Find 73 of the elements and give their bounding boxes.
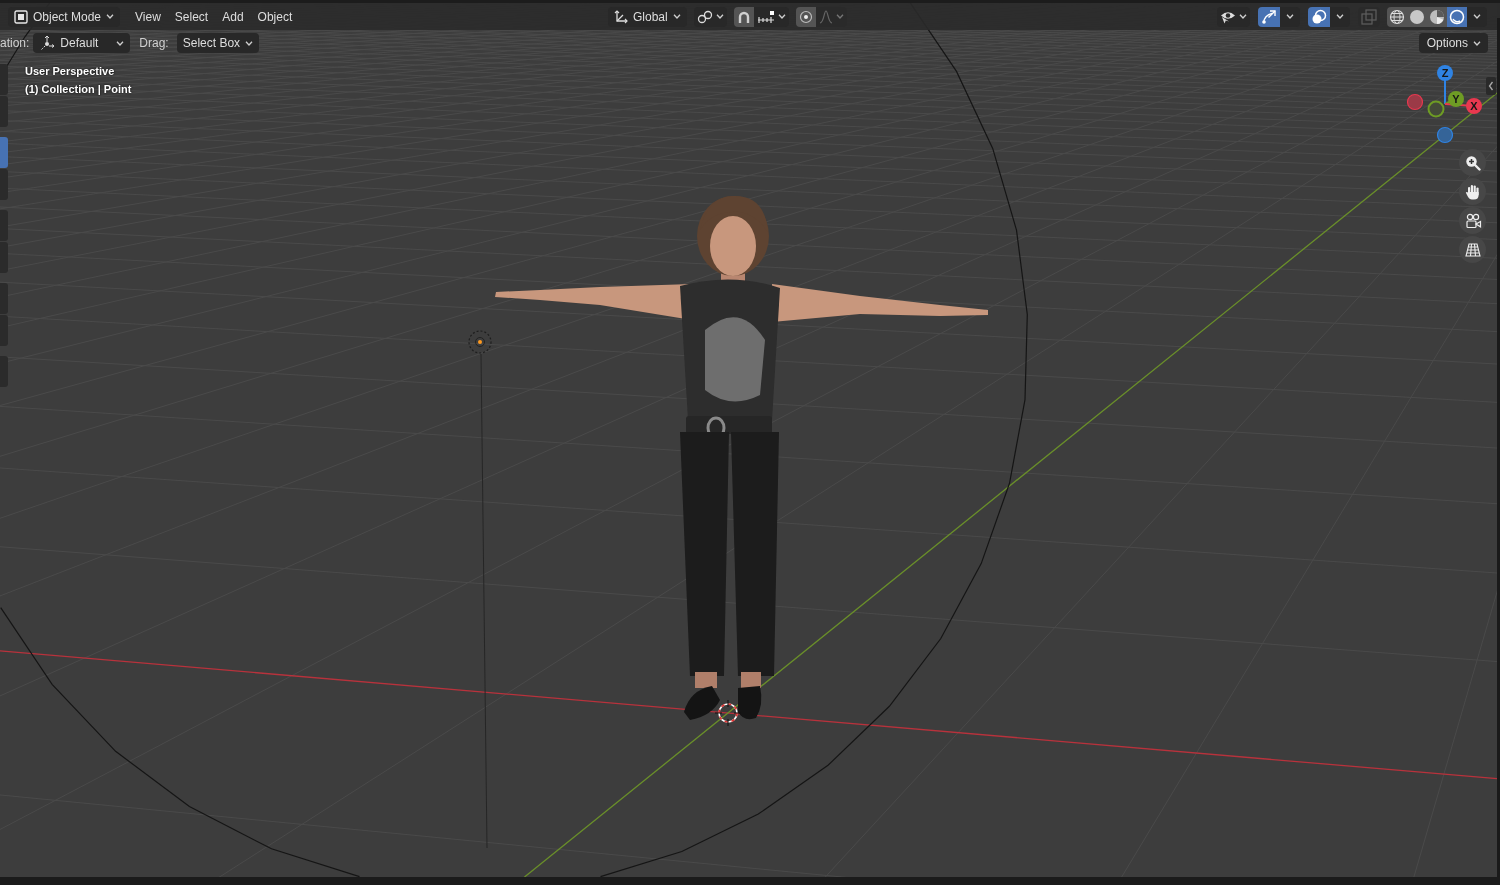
menu-item[interactable]: Add [215,6,251,27]
caret-icon [715,14,724,19]
negative-axis-handle[interactable] [1406,93,1424,111]
axis-label: Z [1441,67,1449,79]
solid-sphere-icon [1409,8,1425,25]
wireframe-sphere-icon [1389,8,1405,25]
overlay-dropdown[interactable] [1330,6,1350,27]
menu-item[interactable]: Select [167,6,216,27]
setting-label: ation: [0,35,30,52]
material-sphere-icon [1429,8,1445,25]
overlay-toggle[interactable] [1308,6,1330,27]
axis-handle[interactable] [1448,91,1464,107]
caret-icon [1473,40,1481,46]
caret-icon [835,14,844,19]
visibility-dropdown[interactable] [1217,6,1250,27]
axis-handle[interactable] [1466,98,1482,114]
eye-pointer-icon [1220,9,1236,24]
caret-icon [1239,14,1247,19]
axis-handle[interactable] [1437,65,1453,81]
setting-label: Drag: [139,35,169,52]
menu-item[interactable]: Object [250,6,300,27]
gizmo-toggle[interactable] [1258,6,1280,27]
shading-dropdown[interactable] [1467,6,1487,27]
material-shading-button[interactable] [1427,6,1447,27]
rendered-shading-button[interactable] [1447,6,1467,27]
scene-info-text: (1) Collection | Point [25,82,132,97]
drag-dropdown[interactable]: Select Box [176,33,260,53]
camera-icon [1463,212,1482,229]
ruler-ticks-icon [756,9,775,24]
negative-axis-handle[interactable] [1436,126,1454,144]
gizmo-dropdown[interactable] [1280,6,1300,27]
linked-rings-icon [696,9,713,24]
menu-item[interactable]: View [128,6,168,27]
snap-toggle[interactable] [733,6,754,27]
caret-icon [116,40,125,46]
transform-axes-icon [614,9,628,24]
proportional-toggle[interactable] [795,6,816,27]
caret-icon [672,14,681,19]
rendered-sphere-icon [1449,8,1465,25]
camera-view-button[interactable] [1459,207,1486,234]
gizmo-arrows-icon [1261,8,1277,25]
proportional-circle-icon [798,9,813,24]
wireframe-shading-button[interactable] [1387,6,1407,27]
falloff-curve-icon [818,9,833,24]
axis-label: X [1470,100,1478,112]
xray-squares-icon [1361,8,1377,25]
caret-icon [1286,14,1294,19]
magnifier-plus-icon [1464,154,1481,171]
caret-icon [1473,14,1481,19]
caret-icon [106,14,115,19]
object-mode-icon [14,9,28,24]
orientation-dropdown[interactable]: Default [33,33,131,53]
axis-label: Y [1452,93,1460,105]
negative-axis-handle[interactable] [1427,100,1445,118]
snap-target-dropdown[interactable] [753,6,789,27]
options-dropdown[interactable]: Options [1418,33,1488,53]
cursor-crosshair-icon [714,699,742,727]
grid-view-button[interactable] [1459,236,1486,263]
orientation-axes-icon [39,35,56,51]
view-name-text: User Perspective [25,64,115,79]
zoom-button[interactable] [1459,149,1486,176]
point-light-icon[interactable] [468,330,492,354]
mode-dropdown[interactable]: Object Mode [8,6,121,27]
magnet-icon [736,9,751,24]
pan-button[interactable] [1459,178,1486,205]
caret-icon [777,14,786,19]
hand-icon [1464,183,1481,200]
caret-icon [1336,14,1344,19]
overlay-circles-icon [1311,8,1327,25]
pivot-dropdown[interactable] [693,6,727,27]
caret-icon [245,40,254,46]
grid-icon [1464,241,1481,258]
transform-orientation-dropdown[interactable]: Global [608,6,687,27]
